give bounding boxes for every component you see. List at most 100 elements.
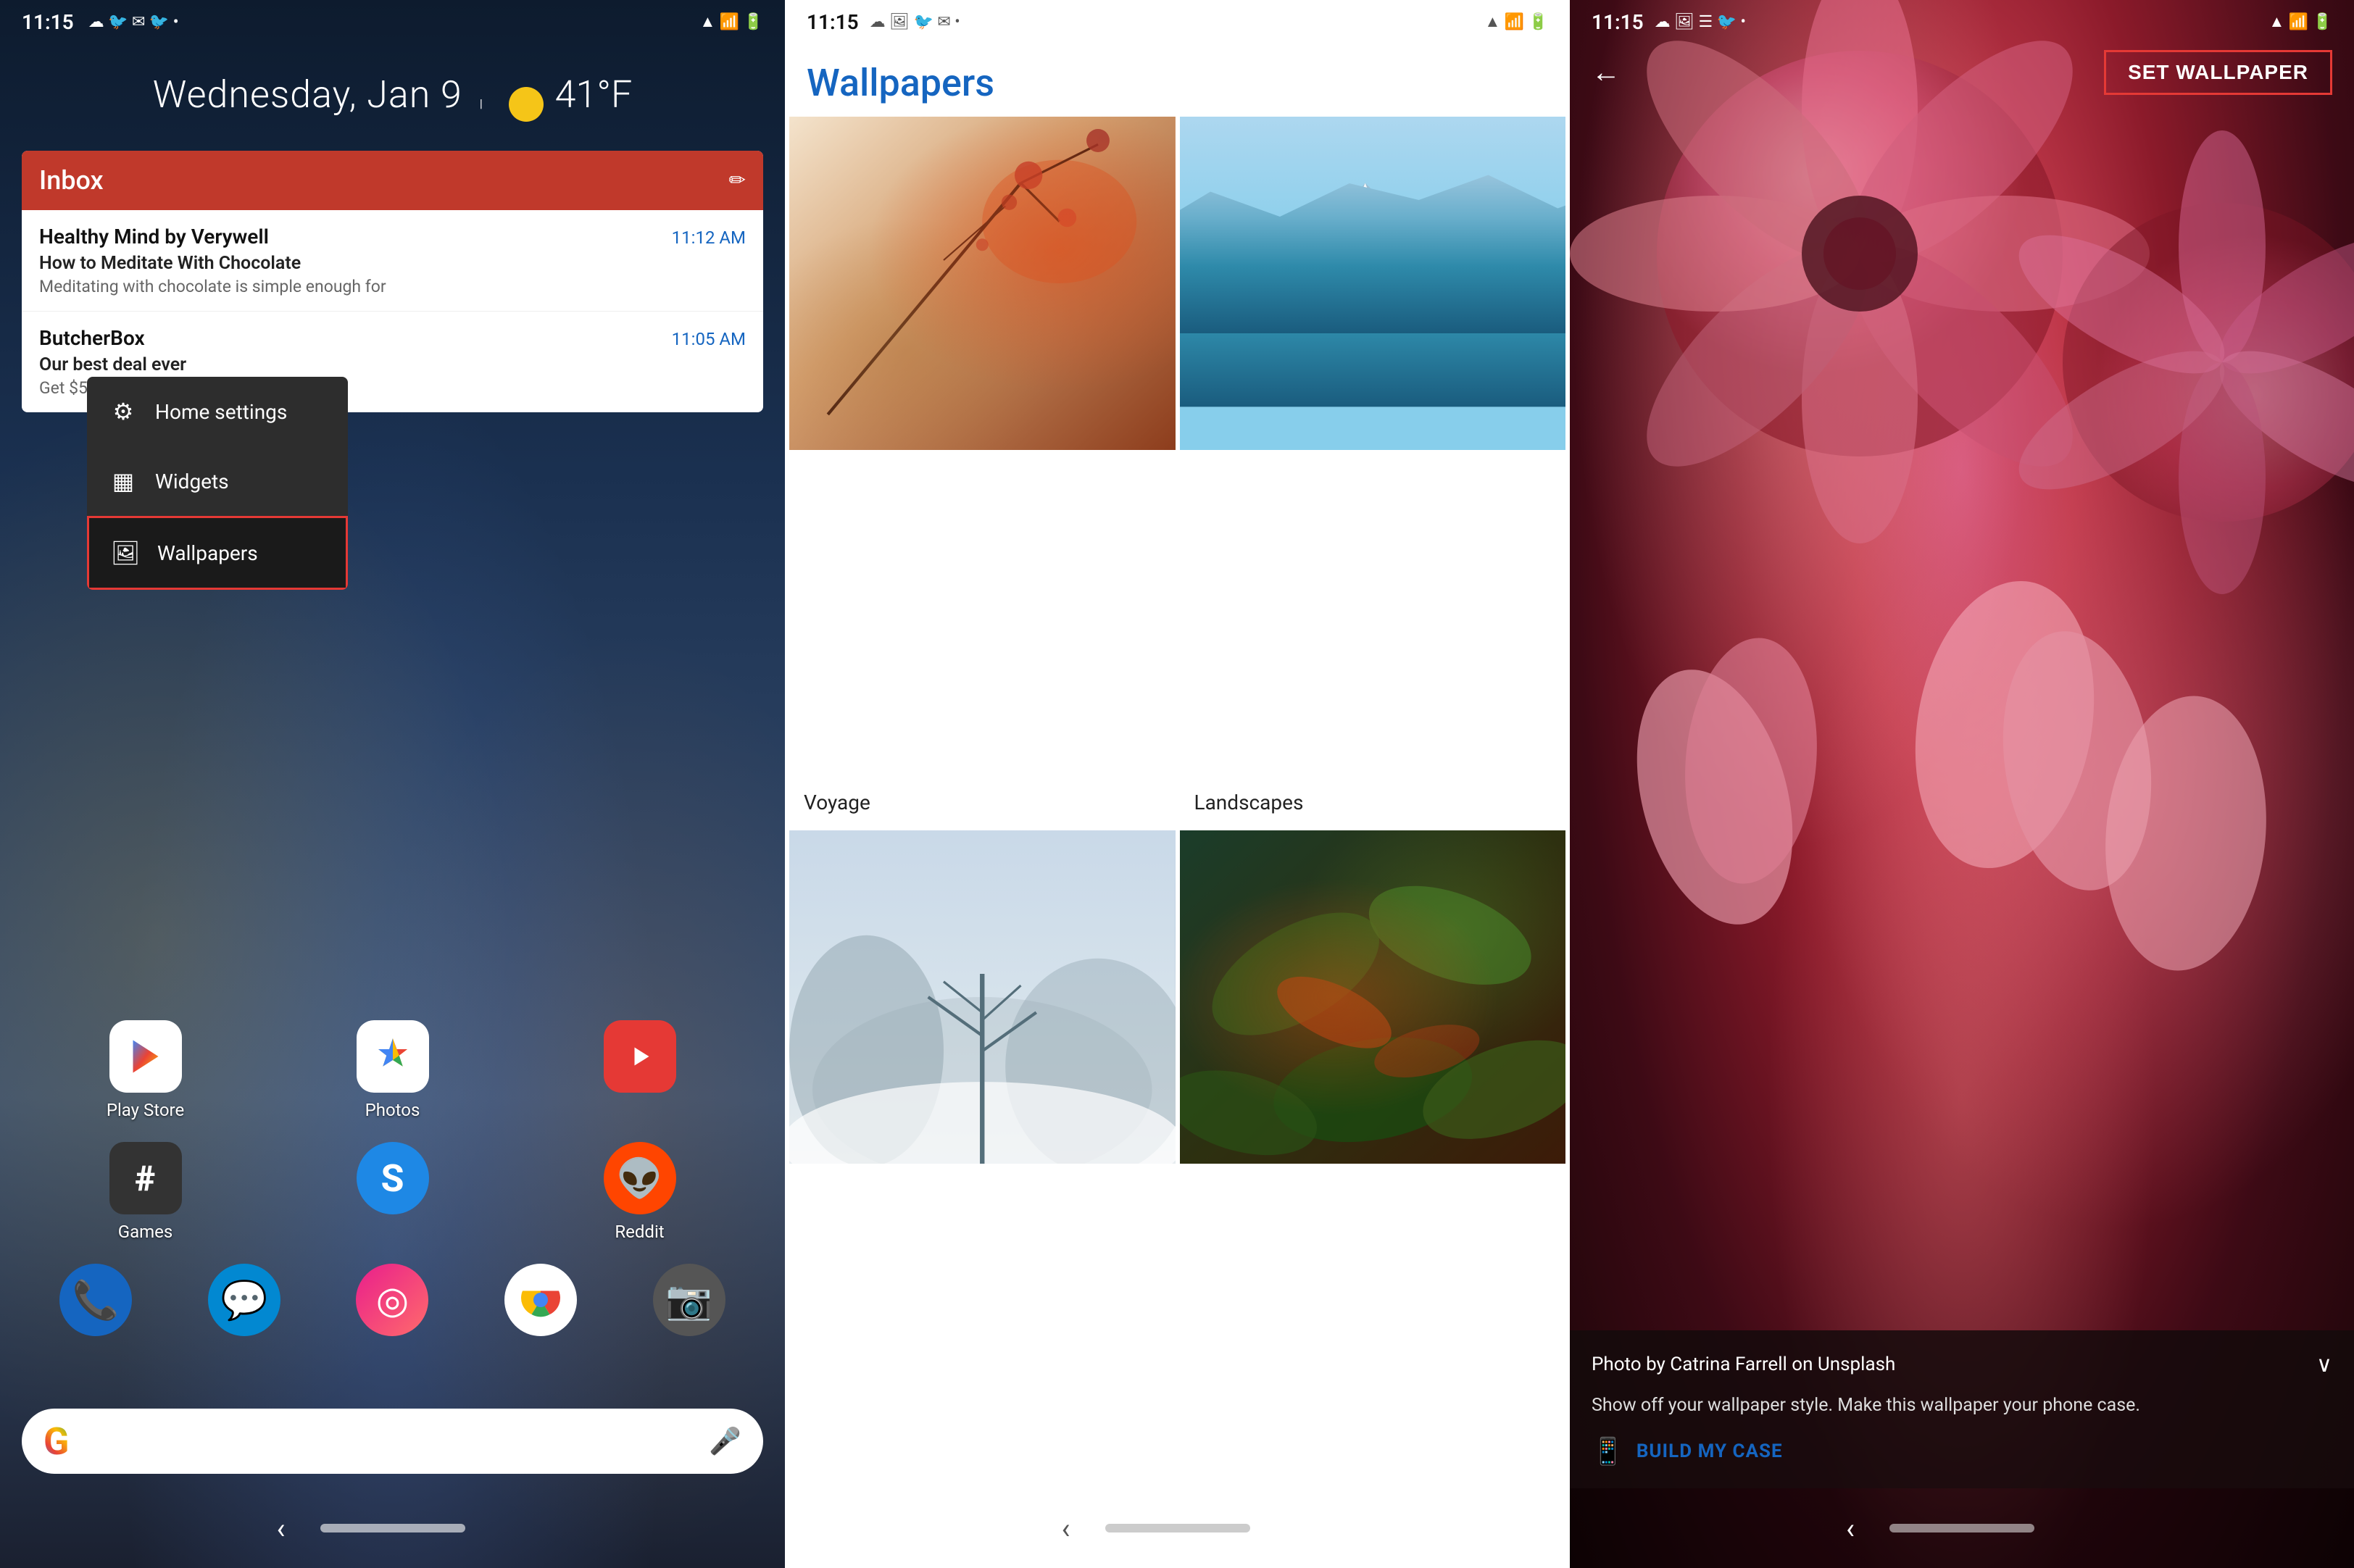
- menu-label-wallpapers: Wallpapers: [157, 541, 258, 565]
- inbox-preview-1: Meditating with chocolate is simple enou…: [39, 277, 746, 296]
- status-right-p3: ▲ 📶 🔋: [2269, 12, 2332, 31]
- nav-back-p2[interactable]: ‹: [1062, 1511, 1070, 1546]
- youtube-icon: [604, 1020, 676, 1093]
- reddit-icon: 👽: [604, 1142, 676, 1214]
- nav-home-pill-p2[interactable]: [1105, 1524, 1250, 1532]
- dock-chrome[interactable]: [490, 1264, 591, 1343]
- preview-toolbar: ← SET WALLPAPER: [1570, 43, 2354, 101]
- app-shazam[interactable]: S: [342, 1142, 444, 1242]
- home-screen-panel: 11:15 ☁ 🐦 ✉ 🐦 • ▲ 📶 🔋 Wednesday, Jan 9 |…: [0, 0, 785, 1568]
- weather-temp: 41°F: [555, 72, 633, 117]
- inbox-item-1[interactable]: Healthy Mind by Verywell 11:12 AM How to…: [22, 210, 763, 312]
- wallpaper-cell-tropical[interactable]: [1180, 830, 1566, 1540]
- status-icons-p3: ☁ 🖼 ☰ 🐦 •: [1655, 13, 1746, 31]
- dock-phone[interactable]: 📞: [45, 1264, 146, 1343]
- flower-bg-svg: [1570, 0, 2354, 1159]
- menu-item-home-settings[interactable]: ⚙ Home settings: [87, 377, 348, 446]
- app-row-1: Play Store Photos: [22, 1020, 763, 1120]
- wallpaper-cell-landscapes[interactable]: Landscapes: [1180, 117, 1566, 826]
- widgets-icon: ▦: [109, 467, 138, 496]
- nav-home-pill-p1[interactable]: [320, 1524, 465, 1532]
- status-icons-p2: ☁ 🖼 🐦 ✉ •: [870, 13, 960, 31]
- wallpaper-info-panel: Photo by Catrina Farrell on Unsplash ∨ S…: [1570, 1330, 2354, 1489]
- photo-credit-text: Photo by Catrina Farrell on Unsplash: [1592, 1354, 1895, 1375]
- weather-widget: Wednesday, Jan 9 | 41°F: [0, 43, 785, 136]
- back-button-p3[interactable]: ←: [1592, 57, 1621, 89]
- status-icons-p1: ☁ 🐦 ✉ 🐦 •: [88, 13, 179, 31]
- status-time-p1: 11:15: [22, 10, 74, 34]
- photos-icon: [357, 1020, 429, 1093]
- shazam-icon: S: [357, 1142, 429, 1214]
- tropical-image: [1180, 830, 1566, 1164]
- voyage-image: [789, 117, 1176, 450]
- nav-back-p3[interactable]: ‹: [1846, 1511, 1855, 1546]
- nav-back-p1[interactable]: ‹: [277, 1511, 286, 1546]
- google-mic-icon[interactable]: 🎤: [709, 1426, 741, 1456]
- phone-icon: 📞: [59, 1264, 132, 1336]
- menu-label-home-settings: Home settings: [155, 400, 287, 424]
- app-play-store[interactable]: Play Store: [95, 1020, 196, 1120]
- wallpaper-cell-winter[interactable]: [789, 830, 1176, 1540]
- weather-date: Wednesday, Jan 9: [153, 72, 462, 117]
- dock-row: 📞 💬 ◎: [22, 1264, 763, 1343]
- build-my-case-button[interactable]: 📱 BUILD MY CASE: [1592, 1436, 2332, 1467]
- app-games[interactable]: # Games: [95, 1142, 196, 1242]
- inbox-sender-2: ButcherBox: [39, 326, 145, 350]
- wallpapers-title: Wallpapers: [785, 43, 1570, 117]
- dock-music[interactable]: ◎: [341, 1264, 443, 1343]
- wallpaper-cell-voyage[interactable]: Voyage: [789, 117, 1176, 826]
- wallpapers-icon: 🖼: [111, 538, 140, 567]
- inbox-subject-1: How to Meditate With Chocolate: [39, 253, 746, 274]
- phone-case-icon: 📱: [1592, 1436, 1625, 1467]
- voyage-label: Voyage: [789, 779, 1176, 826]
- status-bar-panel1: 11:15 ☁ 🐦 ✉ 🐦 • ▲ 📶 🔋: [0, 0, 785, 43]
- app-reddit[interactable]: 👽 Reddit: [589, 1142, 691, 1242]
- music-icon: ◎: [356, 1264, 428, 1336]
- menu-item-widgets[interactable]: ▦ Widgets: [87, 446, 348, 516]
- camera-icon: 📷: [653, 1264, 725, 1336]
- app-photos-label: Photos: [365, 1100, 420, 1120]
- status-right-p1: ▲ 📶 🔋: [700, 12, 764, 31]
- messages-icon: 💬: [208, 1264, 280, 1336]
- google-logo: G: [43, 1419, 69, 1464]
- status-bar-panel3: 11:15 ☁ 🖼 ☰ 🐦 • ▲ 📶 🔋: [1570, 0, 2354, 43]
- google-search-bar[interactable]: G 🎤: [22, 1409, 763, 1474]
- landscapes-label: Landscapes: [1180, 779, 1566, 826]
- chevron-down-icon[interactable]: ∨: [2316, 1352, 2332, 1377]
- winter-image: [789, 830, 1176, 1164]
- chrome-icon: [504, 1264, 577, 1336]
- inbox-time-1: 11:12 AM: [672, 228, 746, 248]
- menu-item-wallpapers[interactable]: 🖼 Wallpapers: [87, 516, 348, 590]
- app-row-2: # Games S 👽 Reddit: [22, 1142, 763, 1242]
- wallpaper-preview-panel: 11:15 ☁ 🖼 ☰ 🐦 • ▲ 📶 🔋 ← SET WALLPAPER Ph…: [1570, 0, 2354, 1568]
- inbox-header: Inbox ✏: [22, 151, 763, 210]
- photo-credit-row: Photo by Catrina Farrell on Unsplash ∨: [1592, 1352, 2332, 1377]
- gear-icon: ⚙: [109, 397, 138, 426]
- dock-messages[interactable]: 💬: [194, 1264, 295, 1343]
- landscapes-image: [1180, 117, 1566, 450]
- status-time-p2: 11:15: [807, 10, 859, 34]
- menu-label-widgets: Widgets: [155, 470, 229, 493]
- dock-camera[interactable]: 📷: [639, 1264, 740, 1343]
- weather-sun-icon: [509, 87, 544, 122]
- weather-separator: |: [480, 96, 483, 110]
- app-games-label: Games: [118, 1222, 173, 1242]
- inbox-time-2: 11:05 AM: [672, 329, 746, 349]
- edit-icon[interactable]: ✏: [729, 168, 746, 192]
- context-menu: ⚙ Home settings ▦ Widgets 🖼 Wallpapers: [87, 377, 348, 590]
- app-youtube[interactable]: [589, 1020, 691, 1120]
- status-time-p3: 11:15: [1592, 10, 1644, 34]
- inbox-card[interactable]: Inbox ✏ Healthy Mind by Verywell 11:12 A…: [22, 151, 763, 412]
- app-reddit-label: Reddit: [615, 1222, 664, 1242]
- set-wallpaper-button[interactable]: SET WALLPAPER: [2104, 50, 2332, 95]
- app-grid: Play Store Photos: [22, 1020, 763, 1365]
- nav-bar-p3: ‹: [1570, 1488, 2354, 1568]
- nav-bar-p1: ‹: [0, 1488, 785, 1568]
- nav-bar-p2: ‹: [785, 1488, 1570, 1568]
- promo-text: Show off your wallpaper style. Make this…: [1592, 1392, 2332, 1419]
- inbox-title: Inbox: [39, 165, 104, 196]
- app-play-store-label: Play Store: [107, 1100, 184, 1120]
- games-icon: #: [109, 1142, 182, 1214]
- app-photos[interactable]: Photos: [342, 1020, 444, 1120]
- nav-home-pill-p3[interactable]: [1889, 1524, 2034, 1532]
